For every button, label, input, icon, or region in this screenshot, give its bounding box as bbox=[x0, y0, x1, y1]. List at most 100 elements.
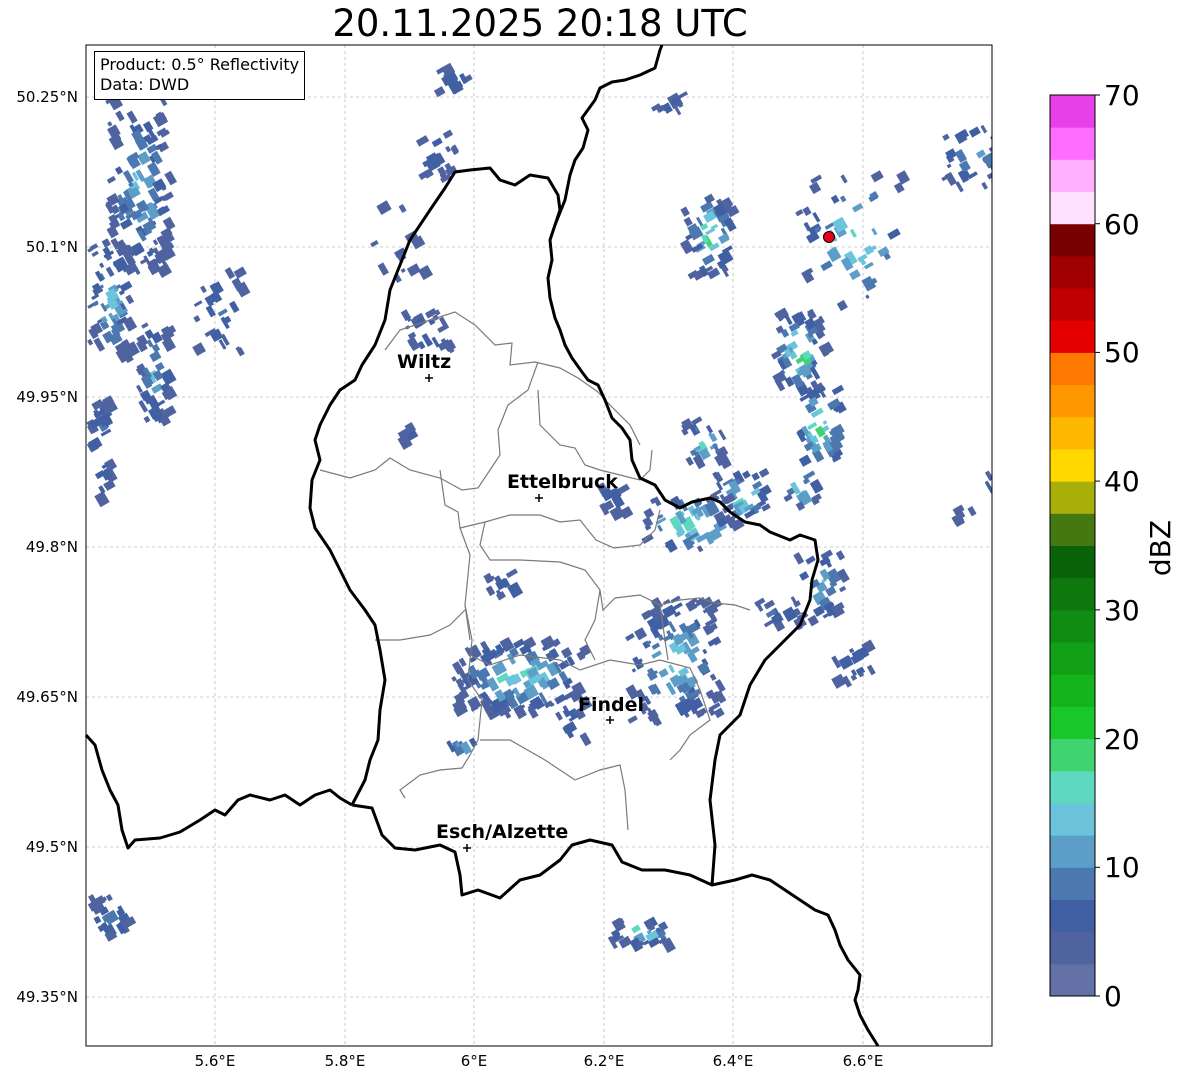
colorbar-segment bbox=[1050, 384, 1095, 418]
radar-echo-cell bbox=[562, 708, 571, 718]
radar-echo-cell bbox=[164, 170, 178, 186]
radar-echo-cell bbox=[967, 505, 977, 517]
radar-echo-cell bbox=[835, 550, 846, 561]
colorbar-segment bbox=[1050, 609, 1095, 643]
colorbar-tick-label: 30 bbox=[1104, 594, 1140, 627]
radar-echo-cell bbox=[751, 480, 763, 490]
radar-echo-cell bbox=[106, 175, 116, 184]
radar-echo-cell bbox=[685, 456, 694, 466]
colorbar-segment bbox=[1050, 770, 1095, 804]
radar-echo-cell bbox=[802, 477, 811, 485]
radar-echo-cell bbox=[826, 246, 842, 263]
radar-echo-cell bbox=[850, 674, 858, 681]
colorbar-segment bbox=[1050, 481, 1095, 514]
radar-echo-cell bbox=[755, 602, 764, 612]
radar-echo-cell bbox=[485, 585, 496, 597]
radar-echo-cell bbox=[87, 338, 94, 346]
radar-echo-cell bbox=[147, 161, 161, 177]
colorbar-tick-label: 10 bbox=[1104, 851, 1140, 884]
radar-echo-cell bbox=[705, 227, 716, 236]
colorbar-ticks bbox=[1095, 94, 1100, 997]
grid-lines bbox=[86, 45, 992, 1046]
radar-echo-cell bbox=[696, 545, 704, 553]
radar-echo-cell bbox=[691, 416, 703, 426]
lon-tick: 5.6°E bbox=[195, 1052, 236, 1070]
colorbar-segment bbox=[1050, 127, 1095, 160]
colorbar-segment bbox=[1050, 577, 1095, 611]
radar-echo-cell bbox=[866, 664, 876, 676]
map-frame bbox=[85, 44, 993, 1047]
radar-echo-cell bbox=[91, 250, 99, 257]
city-label-wiltz: Wiltz bbox=[397, 351, 451, 373]
radar-echo-cell bbox=[840, 174, 848, 184]
product-text: Product: 0.5° Reflectivity bbox=[100, 55, 300, 74]
radar-echo-cell bbox=[715, 481, 724, 491]
colorbar-segment bbox=[1050, 159, 1095, 193]
radar-echo-cell bbox=[798, 454, 812, 467]
radar-echo-cell bbox=[554, 693, 567, 705]
colorbar-segment bbox=[1050, 642, 1095, 675]
colorbar-tick-label: 20 bbox=[1104, 723, 1140, 756]
city-label-esch: Esch/Alzette bbox=[436, 821, 568, 843]
radar-echo-cell bbox=[558, 659, 570, 670]
radar-echo-cell bbox=[838, 655, 854, 670]
radar-echo-cell bbox=[483, 572, 494, 584]
radar-echo-cell bbox=[988, 146, 992, 152]
radar-echo-cell bbox=[820, 260, 833, 272]
radar-echo-cell bbox=[431, 336, 440, 348]
radar-echo-cell bbox=[714, 679, 726, 693]
radar-echo-cell bbox=[627, 715, 638, 724]
radar-echo-cell bbox=[984, 480, 992, 494]
radar-echo-cell bbox=[555, 711, 563, 721]
lon-tick: 5.8°E bbox=[325, 1052, 366, 1070]
radar-site-marker bbox=[823, 231, 835, 243]
radar-echo-cell bbox=[799, 571, 810, 581]
colorbar-segment bbox=[1050, 963, 1095, 997]
radar-echo-cell bbox=[871, 227, 878, 236]
radar-echo-cell bbox=[852, 202, 864, 213]
radar-echo-cell bbox=[990, 133, 992, 140]
radar-echo-cell bbox=[658, 668, 669, 678]
radar-echo-cell bbox=[579, 732, 592, 747]
colorbar-tick-label: 70 bbox=[1104, 79, 1140, 112]
radar-echo-cell bbox=[192, 342, 206, 357]
radar-echo-cell bbox=[560, 647, 573, 659]
radar-echo-cell bbox=[707, 636, 721, 647]
radar-echo-cell bbox=[415, 135, 430, 147]
radar-echo-cell bbox=[634, 627, 648, 641]
lon-tick: 6°E bbox=[461, 1052, 488, 1070]
colorbar-label: dBZ bbox=[1144, 520, 1177, 576]
colorbar-segment bbox=[1050, 802, 1095, 836]
lat-tick: 49.8°N bbox=[26, 538, 78, 556]
radar-echo-cell bbox=[642, 516, 654, 528]
colorbar-tick-label: 60 bbox=[1104, 208, 1140, 241]
radar-echo-cell bbox=[758, 467, 770, 478]
colorbar-segment bbox=[1050, 320, 1095, 353]
radar-echo-cell bbox=[793, 552, 805, 565]
radar-echo-cell bbox=[136, 384, 143, 394]
lat-tick: 49.95°N bbox=[16, 388, 78, 406]
radar-echo-cell bbox=[625, 633, 635, 642]
radar-echo-cell bbox=[115, 110, 125, 122]
radar-echo-cell bbox=[810, 366, 821, 380]
lat-tick: 49.65°N bbox=[16, 688, 78, 706]
radar-echo-cell bbox=[664, 538, 678, 553]
radar-echo-cell bbox=[442, 129, 454, 139]
radar-echo-cell bbox=[377, 262, 389, 276]
radar-echo-cell bbox=[839, 195, 847, 203]
radar-echo-cell bbox=[376, 200, 392, 215]
radar-echo-cell bbox=[398, 204, 407, 213]
radar-echo-cell bbox=[946, 163, 952, 169]
radar-echo-cell bbox=[671, 602, 683, 611]
colorbar-segment bbox=[1050, 545, 1095, 579]
radar-echo-cell bbox=[825, 585, 837, 597]
colorbar-segment bbox=[1050, 867, 1095, 900]
radar-echo-cell bbox=[718, 233, 730, 245]
radar-echo-cell bbox=[986, 172, 992, 180]
radar-echo-cell bbox=[718, 429, 727, 441]
city-markers bbox=[425, 374, 614, 852]
radar-echo-cell bbox=[162, 216, 176, 231]
radar-echo-cell bbox=[870, 170, 884, 183]
radar-echo-cell bbox=[680, 206, 690, 217]
colorbar-segment bbox=[1050, 288, 1095, 321]
